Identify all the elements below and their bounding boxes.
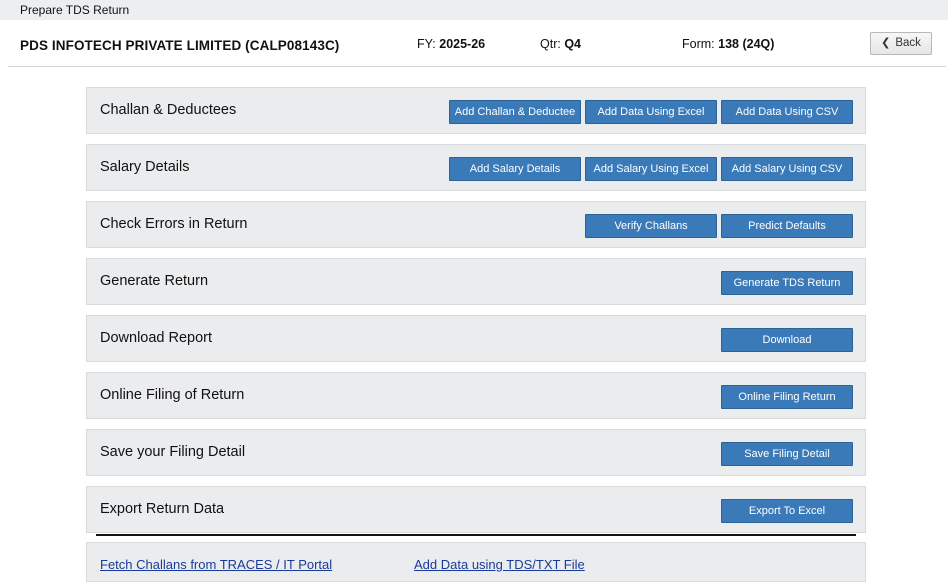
section-salary-details: Salary Details Add Salary Details Add Sa… [86,144,866,191]
section-actions: Verify Challans Predict Defaults [585,214,853,238]
fy-field: FY: 2025-26 [417,37,485,51]
form-field: Form: 138 (24Q) [682,37,774,51]
section-export-return-data: Export Return Data Export To Excel [86,486,866,533]
section-actions: Save Filing Detail [721,442,853,466]
add-salary-excel-button[interactable]: Add Salary Using Excel [585,157,717,181]
online-filing-return-button[interactable]: Online Filing Return [721,385,853,409]
add-salary-details-button[interactable]: Add Salary Details [449,157,581,181]
export-to-excel-button[interactable]: Export To Excel [721,499,853,523]
section-label: Check Errors in Return [100,216,248,232]
add-data-csv-button[interactable]: Add Data Using CSV [721,100,853,124]
back-button-label: Back [895,37,921,49]
section-download-report: Download Report Download [86,315,866,362]
qtr-field: Qtr: Q4 [540,37,581,51]
section-actions: Export To Excel [721,499,853,523]
add-data-txt-link[interactable]: Add Data using TDS/TXT File [414,557,585,572]
section-label: Download Report [100,330,213,346]
section-check-errors: Check Errors in Return Verify Challans P… [86,201,866,248]
fetch-challans-link[interactable]: Fetch Challans from TRACES / IT Portal [100,557,332,572]
section-save-filing-detail: Save your Filing Detail Save Filing Deta… [86,429,866,476]
section-divider [96,534,856,536]
sections-list: Challan & Deductees Add Challan & Deduct… [86,87,866,543]
header-bar: PDS INFOTECH PRIVATE LIMITED (CALP08143C… [0,20,948,66]
window-titlebar: Prepare TDS Return [0,0,948,20]
section-label: Generate Return [100,273,209,289]
section-label: Salary Details [100,159,190,175]
verify-challans-button[interactable]: Verify Challans [585,214,717,238]
generate-tds-return-button[interactable]: Generate TDS Return [721,271,853,295]
qtr-label: Qtr: [540,37,561,51]
add-challan-deductee-button[interactable]: Add Challan & Deductee [449,100,581,124]
section-actions: Add Challan & Deductee Add Data Using Ex… [449,100,853,124]
save-filing-detail-button[interactable]: Save Filing Detail [721,442,853,466]
add-data-excel-button[interactable]: Add Data Using Excel [585,100,717,124]
section-actions: Generate TDS Return [721,271,853,295]
section-actions: Download [721,328,853,352]
company-name: PDS INFOTECH PRIVATE LIMITED (CALP08143C… [20,38,340,53]
header-divider [8,66,946,67]
section-online-filing: Online Filing of Return Online Filing Re… [86,372,866,419]
section-challan-deductees: Challan & Deductees Add Challan & Deduct… [86,87,866,134]
section-label: Challan & Deductees [100,102,237,118]
section-actions: Online Filing Return [721,385,853,409]
fy-value: 2025-26 [439,37,486,51]
fy-label: FY: [417,37,436,51]
window-title: Prepare TDS Return [20,3,130,17]
back-button[interactable]: ❮ Back [870,32,932,55]
section-label: Export Return Data [100,501,225,517]
chevron-left-icon: ❮ [881,37,891,49]
form-value: 138 (24Q) [718,37,775,51]
section-actions: Add Salary Details Add Salary Using Exce… [449,157,853,181]
section-generate-return: Generate Return Generate TDS Return [86,258,866,305]
form-label: Form: [682,37,715,51]
download-button[interactable]: Download [721,328,853,352]
section-label: Save your Filing Detail [100,444,246,460]
predict-defaults-button[interactable]: Predict Defaults [721,214,853,238]
section-label: Online Filing of Return [100,387,245,403]
add-salary-csv-button[interactable]: Add Salary Using CSV [721,157,853,181]
qtr-value: Q4 [564,37,582,51]
links-panel: Fetch Challans from TRACES / IT Portal A… [86,542,866,582]
